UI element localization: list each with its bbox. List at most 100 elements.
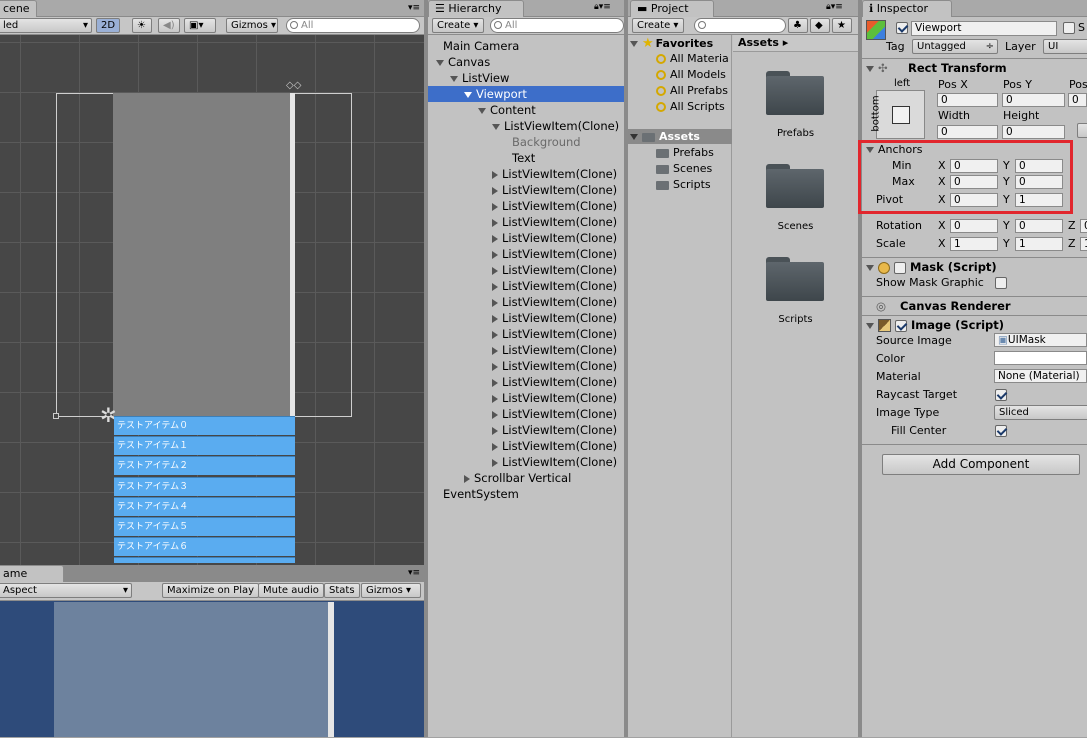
hierarchy-row[interactable]: ListViewItem(Clone) (428, 214, 628, 230)
collapse-arrow-icon[interactable] (492, 250, 498, 259)
viewport-rect[interactable] (113, 93, 295, 417)
gizmos-dropdown[interactable]: Gizmos ▾ (226, 18, 278, 33)
folder-icon[interactable] (766, 257, 824, 301)
rot-x-field[interactable]: 0 (950, 219, 998, 233)
tab-scene[interactable]: cene (0, 0, 37, 17)
scene-search-input[interactable]: All (286, 18, 420, 33)
anchor-preset-button[interactable] (876, 90, 925, 139)
panel-menu-icon[interactable]: ▾≡ (408, 568, 420, 578)
collapse-arrow-icon[interactable] (492, 362, 498, 371)
pos-y-field[interactable]: 0 (1002, 93, 1065, 107)
hierarchy-row[interactable]: ListViewItem(Clone) (428, 118, 628, 134)
pivot-y-field[interactable]: 1 (1015, 193, 1063, 207)
anchors-foldout[interactable]: Anchors (866, 143, 923, 156)
breadcrumb[interactable]: Assets ▸ (738, 36, 788, 49)
hierarchy-row[interactable]: Main Camera (428, 38, 628, 54)
hierarchy-row[interactable]: ListView (428, 70, 628, 86)
collapse-arrow-icon[interactable] (492, 266, 498, 275)
toggle-2d-button[interactable]: 2D (96, 18, 120, 33)
collapse-arrow-icon[interactable] (492, 234, 498, 243)
project-search-input[interactable] (694, 18, 786, 33)
hierarchy-row[interactable]: Canvas (428, 54, 628, 70)
source-image-field[interactable]: ▣UIMask (994, 333, 1087, 347)
collapse-arrow-icon[interactable] (492, 282, 498, 291)
expand-arrow-icon[interactable] (478, 107, 486, 114)
color-field[interactable] (994, 351, 1087, 365)
assets-tree-header[interactable]: Assets (628, 129, 732, 144)
collapse-arrow-icon[interactable] (492, 458, 498, 467)
collapse-arrow-icon[interactable] (492, 202, 498, 211)
pivot-x-field[interactable]: 0 (950, 193, 998, 207)
anchor-handle-icon[interactable]: ◇◇ (286, 80, 301, 91)
asset-tree-folder[interactable]: Prefabs (656, 146, 714, 159)
height-field[interactable]: 0 (1002, 125, 1065, 139)
hierarchy-row[interactable]: ListViewItem(Clone) (428, 326, 628, 342)
static-checkbox[interactable] (1063, 22, 1075, 34)
collapse-arrow-icon[interactable] (492, 314, 498, 323)
hierarchy-row[interactable]: EventSystem (428, 486, 628, 502)
rot-z-field[interactable]: 0 (1080, 219, 1087, 233)
rect-transform-header[interactable]: ✣ Rect Transform (862, 58, 1087, 76)
effects-icon[interactable]: ▣▾ (184, 18, 216, 33)
asset-tree-folder[interactable]: Scenes (656, 162, 712, 175)
hierarchy-row[interactable]: Scrollbar Vertical (428, 470, 628, 486)
hierarchy-row[interactable]: ListViewItem(Clone) (428, 390, 628, 406)
mask-enabled-checkbox[interactable] (894, 261, 907, 274)
mute-audio-toggle[interactable]: Mute audio (258, 583, 324, 598)
favorite-star-icon[interactable]: ★ (832, 18, 852, 33)
collapse-arrow-icon[interactable] (492, 298, 498, 307)
favorite-item[interactable]: All Materia (656, 52, 729, 65)
hierarchy-row[interactable]: ListViewItem(Clone) (428, 262, 628, 278)
scale-y-field[interactable]: 1 (1015, 237, 1063, 251)
collapse-arrow-icon[interactable] (492, 426, 498, 435)
width-field[interactable]: 0 (937, 125, 998, 139)
hierarchy-row[interactable]: ListViewItem(Clone) (428, 358, 628, 374)
tab-game[interactable]: ame (0, 565, 64, 582)
favorites-header[interactable]: ★ Favorites (630, 36, 713, 51)
add-component-button[interactable]: Add Component (882, 454, 1080, 475)
hierarchy-row[interactable]: ListViewItem(Clone) (428, 454, 628, 470)
expand-arrow-icon[interactable] (492, 123, 500, 130)
hierarchy-row[interactable]: ListViewItem(Clone) (428, 422, 628, 438)
max-y-field[interactable]: 0 (1015, 175, 1063, 189)
raycast-target-checkbox[interactable] (995, 389, 1007, 401)
filter-type-icon[interactable]: ♣ (788, 18, 808, 33)
image-header[interactable]: Image (Script) (862, 315, 1087, 333)
active-checkbox[interactable] (896, 22, 908, 34)
favorite-item[interactable]: All Scripts (656, 100, 725, 113)
image-type-dropdown[interactable]: Sliced (994, 405, 1087, 420)
favorite-item[interactable]: All Prefabs (656, 84, 728, 97)
collapse-arrow-icon[interactable] (492, 170, 498, 179)
hierarchy-row[interactable]: ListViewItem(Clone) (428, 246, 628, 262)
expand-arrow-icon[interactable] (464, 91, 472, 98)
collapse-arrow-icon[interactable] (492, 394, 498, 403)
aspect-dropdown[interactable]: Aspect ▾ (0, 583, 132, 598)
pos-z-field[interactable]: 0 (1068, 93, 1087, 107)
pos-x-field[interactable]: 0 (937, 93, 998, 107)
audio-icon[interactable]: ◀) (158, 18, 180, 33)
tab-inspector[interactable]: ℹ Inspector (862, 0, 952, 17)
collapse-arrow-icon[interactable] (492, 218, 498, 227)
hierarchy-row[interactable]: Viewport (428, 86, 628, 102)
corner-handle[interactable] (53, 413, 59, 419)
hierarchy-row[interactable]: ListViewItem(Clone) (428, 294, 628, 310)
hierarchy-row[interactable]: ListViewItem(Clone) (428, 374, 628, 390)
scale-z-field[interactable]: 1 (1080, 237, 1087, 251)
shading-mode-dropdown[interactable]: led ▾ (0, 18, 92, 33)
hierarchy-row[interactable]: ListViewItem(Clone) (428, 406, 628, 422)
hierarchy-row[interactable]: ListViewItem(Clone) (428, 198, 628, 214)
mask-header[interactable]: Mask (Script) (862, 257, 1087, 275)
min-x-field[interactable]: 0 (950, 159, 998, 173)
collapse-arrow-icon[interactable] (464, 474, 470, 483)
material-field[interactable]: None (Material) (994, 369, 1087, 383)
hierarchy-search-input[interactable]: All (490, 18, 624, 33)
hierarchy-row[interactable]: ListViewItem(Clone) (428, 438, 628, 454)
collapse-arrow-icon[interactable] (492, 378, 498, 387)
rot-y-field[interactable]: 0 (1015, 219, 1063, 233)
hierarchy-row[interactable]: ListViewItem(Clone) (428, 230, 628, 246)
hierarchy-row[interactable]: ListViewItem(Clone) (428, 166, 628, 182)
hierarchy-row[interactable]: ListViewItem(Clone) (428, 342, 628, 358)
expand-arrow-icon[interactable] (450, 75, 458, 82)
hierarchy-row[interactable]: Text (428, 150, 628, 166)
tab-project[interactable]: ▬ Project (630, 0, 714, 17)
